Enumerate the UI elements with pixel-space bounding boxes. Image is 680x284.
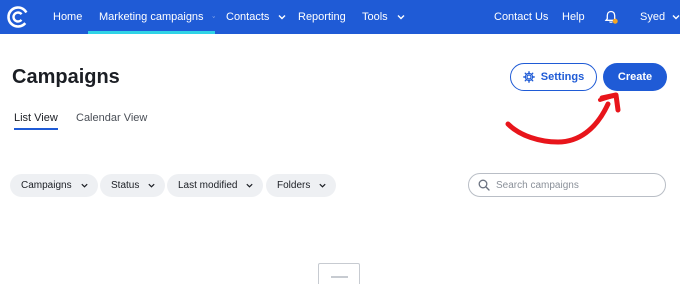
constant-contact-logo-icon[interactable] bbox=[6, 5, 30, 29]
filter-folders-label: Folders bbox=[277, 180, 311, 191]
chevron-down-icon bbox=[278, 15, 286, 20]
chevron-down-icon bbox=[148, 183, 155, 188]
top-navigation-bar: Home Marketing campaigns Contacts Report… bbox=[0, 0, 680, 34]
nav-reporting[interactable]: Reporting bbox=[298, 0, 346, 34]
user-name: Syed bbox=[640, 11, 666, 23]
nav-help-label: Help bbox=[562, 11, 585, 23]
search-icon bbox=[478, 179, 490, 191]
nav-tools[interactable]: Tools bbox=[362, 0, 406, 34]
page-title: Campaigns bbox=[12, 66, 120, 88]
nav-tools-label: Tools bbox=[362, 11, 388, 23]
filter-folders[interactable]: Folders bbox=[266, 174, 337, 197]
filter-status-label: Status bbox=[111, 180, 140, 191]
chevron-down-icon bbox=[319, 183, 326, 188]
nav-marketing-campaigns[interactable]: Marketing campaigns bbox=[88, 0, 215, 34]
filter-last-modified[interactable]: Last modified bbox=[167, 174, 264, 197]
nav-contacts-label: Contacts bbox=[226, 11, 270, 23]
filter-last-modified-label: Last modified bbox=[178, 180, 238, 191]
nav-contact-us-label: Contact Us bbox=[494, 11, 549, 23]
search-box bbox=[468, 173, 666, 197]
gear-icon bbox=[522, 71, 535, 83]
nav-home-label: Home bbox=[53, 11, 83, 23]
nav-contact-us[interactable]: Contact Us bbox=[494, 0, 548, 34]
nav-home[interactable]: Home bbox=[53, 0, 82, 34]
create-button[interactable]: Create bbox=[603, 63, 667, 91]
notifications-button[interactable] bbox=[603, 0, 619, 34]
filter-status[interactable]: Status bbox=[100, 174, 166, 197]
nav-reporting-label: Reporting bbox=[298, 11, 346, 23]
empty-state-icon bbox=[318, 263, 360, 284]
nav-contacts[interactable]: Contacts bbox=[226, 0, 287, 34]
active-nav-indicator bbox=[88, 31, 215, 34]
nav-help[interactable]: Help bbox=[562, 0, 585, 34]
settings-button[interactable]: Settings bbox=[510, 63, 597, 91]
bell-icon bbox=[604, 10, 618, 24]
nav-marketing-campaigns-label: Marketing campaigns bbox=[99, 11, 204, 23]
create-button-label: Create bbox=[617, 71, 653, 83]
tab-calendar-view[interactable]: Calendar View bbox=[76, 112, 147, 124]
user-menu[interactable]: Syed bbox=[640, 0, 680, 34]
chevron-down-icon bbox=[397, 15, 405, 20]
chevron-down-icon bbox=[246, 183, 254, 188]
notification-dot bbox=[612, 18, 618, 24]
settings-button-label: Settings bbox=[540, 71, 585, 83]
filter-campaigns-label: Campaigns bbox=[21, 180, 72, 191]
search-input[interactable] bbox=[496, 179, 656, 191]
tab-list-view[interactable]: List View bbox=[14, 112, 58, 124]
annotation-arrow-icon bbox=[505, 92, 621, 145]
chevron-down-icon bbox=[672, 15, 680, 20]
active-tab-indicator bbox=[14, 128, 58, 130]
chevron-down-icon bbox=[212, 16, 215, 18]
filter-campaigns[interactable]: Campaigns bbox=[10, 174, 98, 197]
empty-state-icon-line bbox=[331, 276, 348, 278]
chevron-down-icon bbox=[80, 183, 88, 188]
